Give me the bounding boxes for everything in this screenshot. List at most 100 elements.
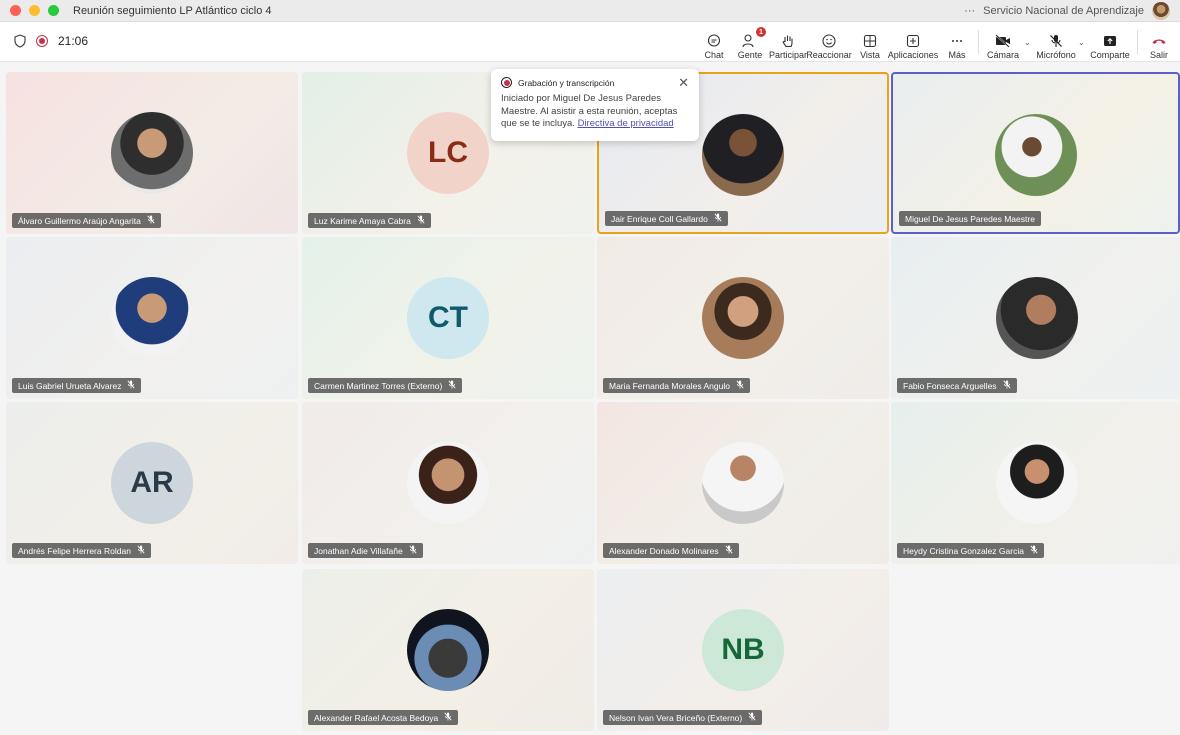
participant-name: Álvaro Guillermo Araújo Angarita xyxy=(18,215,141,226)
participant-name: Nelson Ivan Vera Briceño (Externo) xyxy=(609,712,743,723)
participant-name: Fabio Fonseca Arguelles xyxy=(903,380,997,391)
people-notification-badge: 1 xyxy=(756,27,766,37)
participant-initials-avatar: NB xyxy=(702,609,784,691)
participant-name: Alexander Rafael Acosta Bedoya xyxy=(314,712,439,723)
hand-icon xyxy=(782,35,793,48)
mic-muted-icon xyxy=(444,712,452,723)
participant-name-tag: Fabio Fonseca Arguelles xyxy=(897,378,1017,393)
camera-button[interactable]: Cámara xyxy=(987,26,1019,60)
participant-name-tag: Andrés Felipe Herrera Roldan xyxy=(12,543,151,558)
participant-initials-avatar: AR xyxy=(111,442,193,524)
mic-muted-icon xyxy=(736,380,744,391)
camera-off-icon xyxy=(995,34,1010,48)
participant-name-tag: Álvaro Guillermo Araújo Angarita xyxy=(12,213,161,228)
participant-photo-avatar xyxy=(111,277,193,359)
apps-button[interactable]: Aplicaciones xyxy=(887,26,939,60)
add-app-icon xyxy=(906,34,920,48)
people-icon xyxy=(742,34,754,48)
minimize-window-button[interactable] xyxy=(29,5,40,16)
participant-tile[interactable]: Heydy Cristina Gonzalez Garcia xyxy=(891,402,1180,564)
people-button[interactable]: 1 Gente xyxy=(737,26,766,60)
participant-photo-avatar xyxy=(996,442,1078,524)
zoom-window-button[interactable] xyxy=(48,5,59,16)
participant-name: Alexander Donado Molinares xyxy=(609,545,719,556)
participant-name-tag: Luz Karime Amaya Cabra xyxy=(308,213,431,228)
mic-muted-icon xyxy=(147,215,155,226)
leave-button[interactable]: Salir xyxy=(1148,26,1170,60)
participant-name: Luz Karime Amaya Cabra xyxy=(314,215,411,226)
mic-muted-icon xyxy=(1030,545,1038,556)
mic-muted-icon xyxy=(137,545,145,556)
participant-name: Maria Fernanda Morales Angulo xyxy=(609,380,730,391)
share-label: Comparte xyxy=(1090,50,1130,60)
participant-photo-avatar xyxy=(407,609,489,691)
participant-name-tag: Jonathan Adie Villafañe xyxy=(308,543,423,558)
participant-photo-avatar xyxy=(702,114,784,196)
participant-name: Jair Enrique Coll Gallardo xyxy=(611,213,708,224)
participant-tile[interactable]: Alexander Rafael Acosta Bedoya xyxy=(302,569,594,731)
people-label: Gente xyxy=(737,50,763,60)
mic-label: Micrófono xyxy=(1036,50,1076,60)
hang-up-icon xyxy=(1152,39,1166,44)
close-icon[interactable]: ✕ xyxy=(678,75,689,91)
close-window-button[interactable] xyxy=(10,5,21,16)
participant-name-tag: Nelson Ivan Vera Briceño (Externo) xyxy=(603,710,763,725)
chat-button[interactable]: Chat xyxy=(702,26,726,60)
raise-hand-label: Participar xyxy=(769,50,808,60)
raise-hand-button[interactable]: Participar xyxy=(769,26,808,60)
participant-tile[interactable]: Miguel De Jesus Paredes Maestre xyxy=(891,72,1180,234)
participant-photo-avatar xyxy=(702,442,784,524)
shield-icon xyxy=(14,34,26,48)
participant-name-tag: Luis Gabriel Urueta Alvarez xyxy=(12,378,142,393)
participant-photo-avatar xyxy=(994,114,1077,196)
participant-tile[interactable]: AR Andrés Felipe Herrera Roldan xyxy=(6,402,298,564)
mic-muted-icon xyxy=(127,380,136,391)
participant-tile[interactable]: CT Carmen Martinez Torres (Externo) xyxy=(302,237,594,399)
meeting-timer: 21:06 xyxy=(58,34,89,48)
participant-photo-avatar xyxy=(702,277,784,359)
participant-tile[interactable]: Fabio Fonseca Arguelles xyxy=(891,237,1180,399)
view-button[interactable]: Vista xyxy=(860,26,880,60)
window-title: Reunión seguimiento LP Atlántico ciclo 4 xyxy=(73,4,272,17)
mic-button[interactable]: Micrófono xyxy=(1036,26,1076,60)
mic-muted-icon xyxy=(1003,380,1011,391)
participant-initials-avatar: LC xyxy=(407,112,489,194)
camera-options-chevron-icon[interactable]: ⌄ xyxy=(1024,38,1031,47)
meeting-toolbar: 21:06 Chat 1 Gente Participar Reaccionar… xyxy=(0,22,1180,62)
participant-name-tag: Alexander Donado Molinares xyxy=(603,543,739,558)
leave-label: Salir xyxy=(1149,50,1168,60)
participant-tile[interactable]: Álvaro Guillermo Araújo Angarita xyxy=(6,72,298,234)
react-label: Reaccionar xyxy=(806,50,852,60)
participant-name: Luis Gabriel Urueta Alvarez xyxy=(18,380,122,391)
user-avatar[interactable] xyxy=(1152,2,1170,20)
more-dots-icon xyxy=(952,40,962,42)
recording-status-icon xyxy=(501,77,512,88)
react-button[interactable]: Reaccionar xyxy=(806,26,852,60)
mic-options-chevron-icon[interactable]: ⌄ xyxy=(1078,38,1085,47)
participant-name: Miguel De Jesus Paredes Maestre xyxy=(905,213,1035,224)
more-button[interactable]: Más xyxy=(947,26,967,60)
window-titlebar: Reunión seguimiento LP Atlántico ciclo 4… xyxy=(0,0,1180,22)
participant-photo-avatar xyxy=(407,442,489,524)
more-label: Más xyxy=(948,50,966,60)
mic-muted-icon xyxy=(417,215,425,226)
mic-off-icon xyxy=(1050,35,1062,47)
participant-name-tag: Carmen Martinez Torres (Externo) xyxy=(308,378,463,393)
participant-tile[interactable]: NB Nelson Ivan Vera Briceño (Externo) xyxy=(597,569,889,731)
participant-name: Carmen Martinez Torres (Externo) xyxy=(314,380,443,391)
more-options-button[interactable]: ··· xyxy=(964,5,975,17)
privacy-policy-link[interactable]: Directiva de privacidad xyxy=(578,118,674,129)
organization-name: Servicio Nacional de Aprendizaje xyxy=(983,5,1144,17)
participant-tile[interactable]: Luis Gabriel Urueta Alvarez xyxy=(6,237,298,399)
recording-icon[interactable] xyxy=(36,35,48,47)
share-button[interactable]: Comparte xyxy=(1090,26,1130,60)
participant-name-tag: Maria Fernanda Morales Angulo xyxy=(603,378,750,393)
apps-label: Aplicaciones xyxy=(887,50,939,60)
mic-muted-icon xyxy=(748,712,756,723)
participant-tile[interactable]: Maria Fernanda Morales Angulo xyxy=(597,237,889,399)
participant-tile[interactable]: Alexander Donado Molinares xyxy=(597,402,889,564)
participant-name: Andrés Felipe Herrera Roldan xyxy=(18,545,131,556)
participant-tile[interactable]: Jonathan Adie Villafañe xyxy=(302,402,594,564)
chat-label: Chat xyxy=(704,50,724,60)
emoji-icon xyxy=(822,34,836,48)
